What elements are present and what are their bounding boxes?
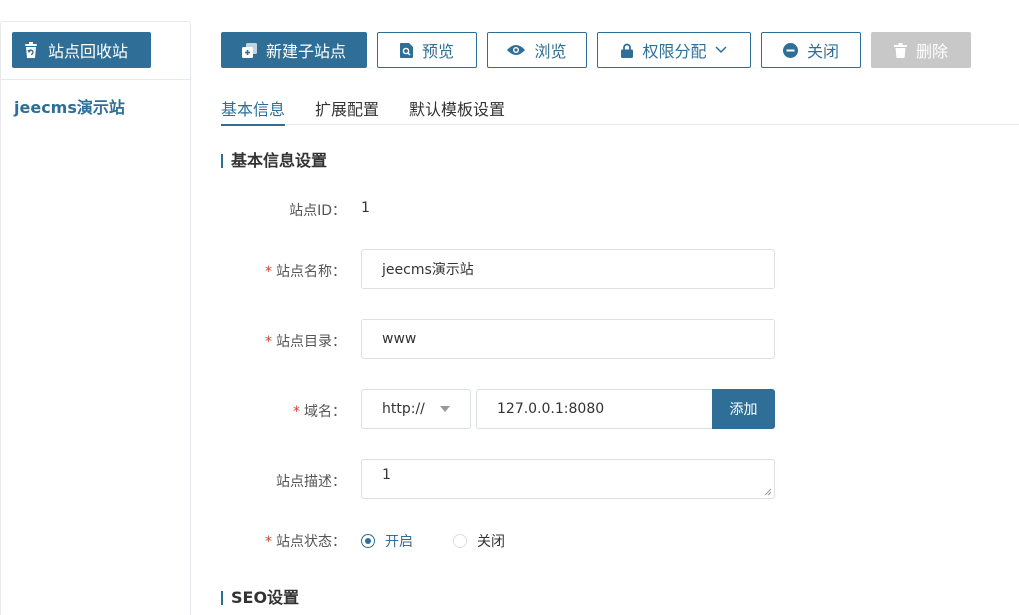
site-name-label: * 站点名称： — [206, 261, 346, 281]
recycle-bin-label: 站点回收站 — [48, 42, 129, 61]
chevron-down-icon — [714, 46, 727, 54]
status-radio-off[interactable]: 关闭 — [453, 531, 505, 551]
trash-icon — [893, 42, 907, 58]
domain-label: * 域名： — [206, 401, 346, 421]
preview-button[interactable]: 预览 — [377, 32, 477, 68]
preview-label: 预览 — [421, 42, 454, 61]
lock-icon — [621, 43, 634, 58]
protocol-value: http:// — [382, 401, 425, 417]
close-site-button[interactable]: 关闭 — [761, 32, 861, 68]
permission-dropdown-button[interactable]: 权限分配 — [597, 32, 751, 68]
domain-label-text: 域名： — [304, 404, 346, 420]
sidebar-item-site[interactable]: jeecms演示站 — [14, 94, 125, 118]
required-mark: * — [265, 534, 272, 550]
status-radio-on[interactable]: 开启 — [361, 531, 413, 551]
tab-default-template[interactable]: 默认模板设置 — [409, 96, 505, 125]
site-status-label-text: 站点状态： — [276, 534, 346, 550]
site-status-label: * 站点状态： — [206, 531, 346, 551]
tab-bar: 基本信息 扩展配置 默认模板设置 — [221, 96, 1019, 126]
new-sub-site-button[interactable]: 新建子站点 — [221, 32, 367, 68]
radio-checked-icon — [361, 534, 375, 548]
caret-down-icon — [440, 406, 450, 412]
site-id-label: 站点ID： — [206, 200, 346, 220]
browse-label: 浏览 — [534, 42, 567, 61]
site-desc-textarea[interactable]: 1 — [361, 459, 775, 499]
required-mark: * — [265, 334, 272, 350]
required-mark: * — [293, 404, 300, 420]
protocol-select[interactable]: http:// — [361, 389, 471, 429]
delete-label: 删除 — [915, 42, 948, 61]
preview-doc-icon — [399, 42, 413, 58]
site-dir-label-text: 站点目录： — [276, 334, 346, 350]
close-site-label: 关闭 — [806, 42, 839, 61]
new-sub-site-label: 新建子站点 — [265, 42, 346, 61]
domain-input[interactable]: 127.0.0.1:8080 — [476, 389, 713, 429]
radio-unchecked-icon — [453, 534, 467, 548]
tab-basic-info[interactable]: 基本信息 — [221, 96, 286, 126]
delete-button[interactable]: 删除 — [871, 32, 971, 68]
site-name-input[interactable]: jeecms演示站 — [361, 249, 775, 289]
status-on-label: 开启 — [385, 534, 413, 550]
site-desc-value: 1 — [382, 467, 391, 483]
section-title-basic: 基本信息设置 — [221, 153, 327, 169]
site-name-label-text: 站点名称： — [276, 264, 346, 280]
recycle-bin-icon — [25, 42, 37, 58]
site-desc-label-text: 站点描述： — [276, 474, 346, 490]
site-dir-input[interactable]: www — [361, 319, 775, 359]
site-desc-label: 站点描述： — [206, 471, 346, 491]
eye-icon — [507, 45, 526, 55]
required-mark: * — [265, 264, 272, 280]
site-id-value: 1 — [361, 200, 370, 216]
tab-extended-config[interactable]: 扩展配置 — [315, 96, 379, 125]
recycle-bin-button[interactable]: 站点回收站 — [12, 32, 151, 68]
add-domain-button[interactable]: 添加 — [712, 389, 775, 429]
add-copy-icon — [241, 42, 257, 58]
status-off-label: 关闭 — [477, 534, 505, 550]
section-title-seo: SEO设置 — [221, 590, 299, 606]
site-id-label-text: 站点ID： — [289, 203, 346, 219]
site-sidebar: 站点回收站 jeecms演示站 — [0, 21, 191, 615]
permission-label: 权限分配 — [642, 42, 707, 61]
site-dir-label: * 站点目录： — [206, 331, 346, 351]
browse-button[interactable]: 浏览 — [487, 32, 587, 68]
resize-handle-icon[interactable] — [764, 488, 772, 496]
minus-circle-icon — [782, 42, 798, 58]
toolbar: 新建子站点 预览 浏览 权限分配 关闭 删除 — [221, 32, 981, 68]
sidebar-divider — [1, 79, 190, 80]
